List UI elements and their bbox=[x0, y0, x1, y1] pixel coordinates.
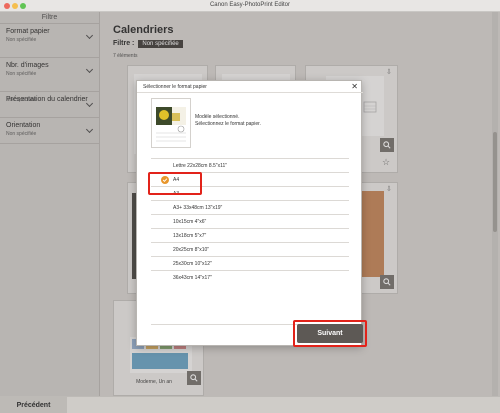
template-preview-icon bbox=[156, 107, 186, 142]
dialog-message: Modèle sélectionné. Sélectionnez le form… bbox=[195, 114, 261, 128]
paper-size-option[interactable]: A3+ 33x48cm 13"x19" bbox=[151, 200, 349, 214]
dialog-title: Sélectionner le format papier bbox=[143, 84, 207, 90]
paper-size-option[interactable]: 10x15cm 4"x6" bbox=[151, 214, 349, 228]
option-label: A3+ 33x48cm 13"x19" bbox=[173, 205, 223, 211]
paper-size-option[interactable]: 13x18cm 5"x7" bbox=[151, 228, 349, 242]
next-button[interactable]: Suivant bbox=[297, 324, 363, 343]
message-line: Modèle sélectionné. bbox=[195, 114, 240, 120]
paper-size-option[interactable]: 36x43cm 14"x17" bbox=[151, 270, 349, 284]
option-label: 36x43cm 14"x17" bbox=[173, 275, 212, 281]
a4-highlight-box bbox=[148, 172, 202, 195]
dialog-header: Sélectionner le format papier ✕ bbox=[137, 81, 363, 93]
paper-size-option[interactable]: 25x30cm 10"x12" bbox=[151, 256, 349, 270]
option-label: 20x25cm 8"x10" bbox=[173, 247, 210, 253]
paper-size-dialog: Sélectionner le format papier ✕ Modèle s… bbox=[136, 80, 363, 346]
option-label: Lettre 22x28cm 8.5"x11" bbox=[173, 163, 228, 169]
option-label: 25x30cm 10"x12" bbox=[173, 261, 212, 267]
option-label: 13x18cm 5"x7" bbox=[173, 233, 207, 239]
bottom-bar: Précédent bbox=[0, 396, 500, 413]
option-label: 10x15cm 4"x6" bbox=[173, 219, 207, 225]
previous-button[interactable]: Précédent bbox=[0, 397, 67, 413]
selected-template-thumbnail bbox=[151, 98, 191, 148]
paper-size-option[interactable]: Lettre 22x28cm 8.5"x11" bbox=[151, 158, 349, 172]
paper-size-option[interactable]: 20x25cm 8"x10" bbox=[151, 242, 349, 256]
window-titlebar: Canon Easy-PhotoPrint Editor bbox=[0, 0, 500, 12]
message-line: Sélectionnez le format papier. bbox=[195, 121, 261, 127]
close-icon[interactable]: ✕ bbox=[351, 82, 358, 91]
window-title: Canon Easy-PhotoPrint Editor bbox=[209, 2, 291, 8]
